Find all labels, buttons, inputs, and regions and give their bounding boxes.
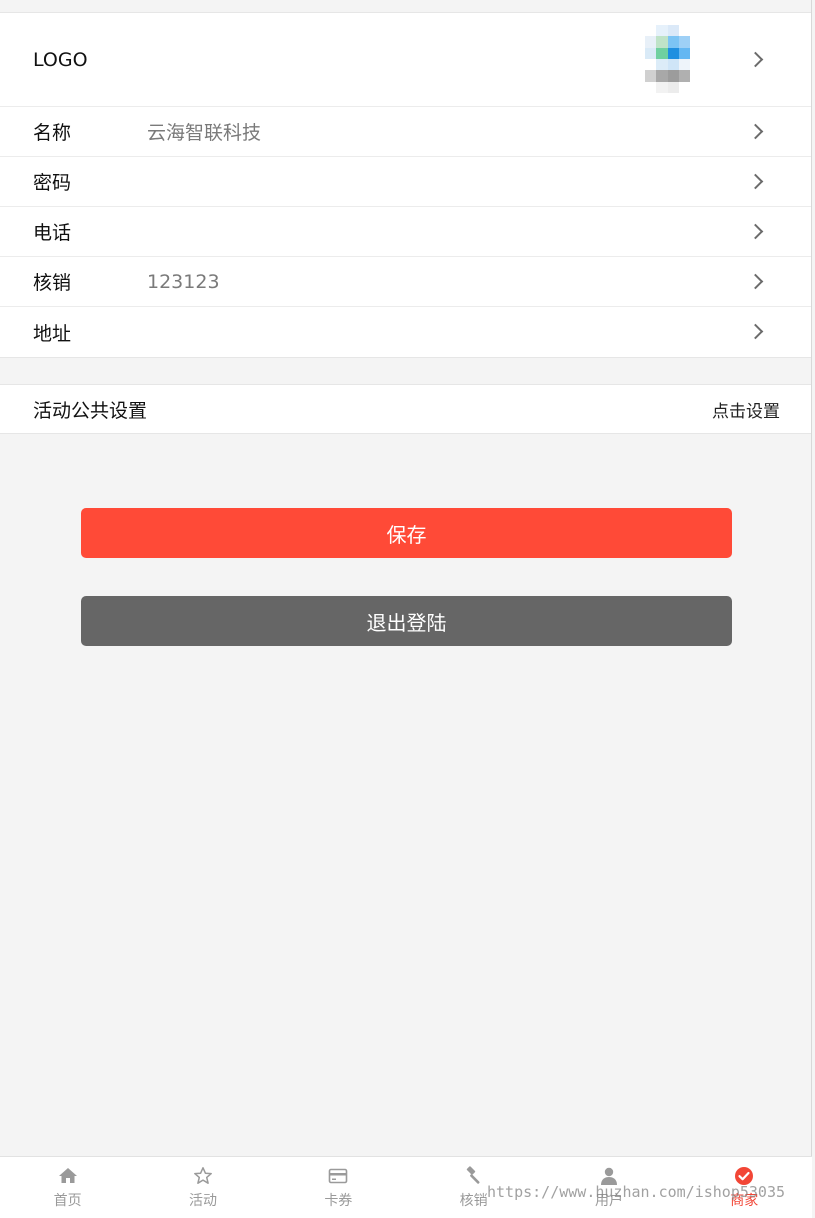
- home-icon: [58, 1168, 77, 1183]
- bottom-tabbar: 首页 活动 卡券 核销 用户 商家: [0, 1156, 812, 1218]
- chevron-right-icon: [747, 173, 764, 189]
- check-circle-icon: [735, 1167, 754, 1185]
- field-label: 密码: [33, 172, 72, 194]
- activity-settings-row: 活动公共设置 点击设置: [0, 384, 811, 434]
- star-icon: [194, 1167, 212, 1184]
- chevron-right-icon: [747, 273, 764, 289]
- field-row-name[interactable]: 名称 云海智联科技: [0, 107, 811, 157]
- chevron-right-icon: [747, 51, 764, 67]
- tab-label: 用户: [594, 1193, 623, 1209]
- tab-activity[interactable]: 活动: [135, 1157, 270, 1218]
- top-strip: [0, 0, 811, 13]
- hammer-icon: [466, 1166, 480, 1184]
- tab-label: 商家: [730, 1193, 759, 1209]
- activity-settings-title: 活动公共设置: [33, 399, 148, 422]
- field-label: 电话: [33, 222, 72, 244]
- tab-verify[interactable]: 核销: [406, 1157, 541, 1218]
- logo-row[interactable]: LOGO: [0, 13, 811, 107]
- field-value: 123123: [147, 270, 220, 293]
- tab-merchant[interactable]: 商家: [677, 1157, 812, 1218]
- tab-label: 活动: [188, 1193, 217, 1209]
- field-row-password[interactable]: 密码: [0, 157, 811, 207]
- activity-settings-link[interactable]: 点击设置: [712, 397, 780, 422]
- field-label: 名称: [33, 122, 72, 144]
- tab-home[interactable]: 首页: [0, 1157, 135, 1218]
- tab-label: 核销: [459, 1193, 488, 1209]
- field-row-verify[interactable]: 核销 123123: [0, 257, 811, 307]
- save-button[interactable]: 保存: [81, 508, 732, 558]
- tab-coupons[interactable]: 卡券: [271, 1157, 406, 1218]
- logo-label: LOGO: [33, 48, 88, 71]
- user-icon: [600, 1167, 617, 1185]
- field-label: 核销: [33, 272, 72, 294]
- tab-label: 首页: [53, 1193, 82, 1209]
- field-value: 云海智联科技: [147, 122, 262, 144]
- card-icon: [329, 1168, 348, 1184]
- field-row-phone[interactable]: 电话: [0, 207, 811, 257]
- tab-users[interactable]: 用户: [541, 1157, 676, 1218]
- chevron-right-icon: [747, 123, 764, 139]
- logout-button[interactable]: 退出登陆: [81, 596, 732, 646]
- tab-label: 卡券: [324, 1193, 353, 1209]
- merchant-settings-page: LOGO 名称 云海智联科技 密码 电话 核销 123123 地址 活动公共设置…: [0, 0, 812, 1218]
- field-label: 地址: [33, 322, 72, 345]
- chevron-right-icon: [747, 323, 764, 340]
- logo-image[interactable]: [645, 25, 690, 93]
- chevron-right-icon: [747, 223, 764, 239]
- field-row-address[interactable]: 地址: [0, 307, 811, 357]
- profile-form: LOGO 名称 云海智联科技 密码 电话 核销 123123 地址: [0, 13, 811, 358]
